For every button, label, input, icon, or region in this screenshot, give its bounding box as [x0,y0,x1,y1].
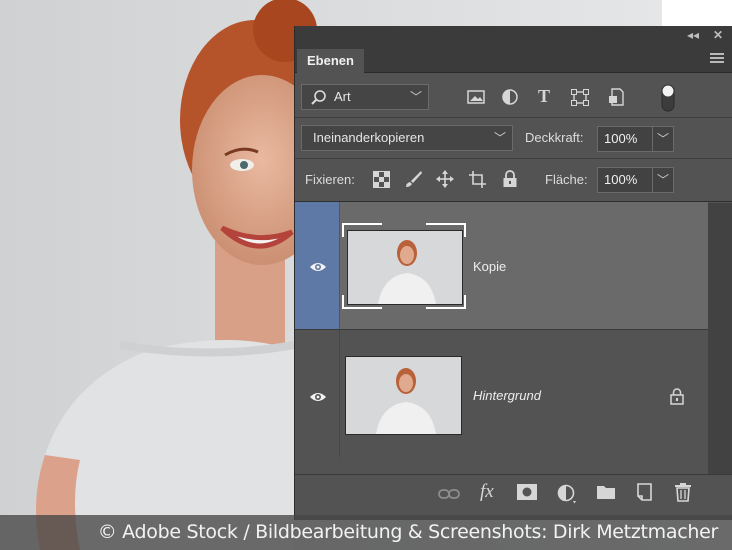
divider [339,330,340,457]
eye-icon [310,263,326,271]
divider [339,202,340,329]
shape-filter-icon[interactable] [571,89,589,106]
fill-label: Fläche: [545,172,588,187]
layer-name[interactable]: Kopie [473,259,506,274]
layer-row-hintergrund[interactable]: Hintergrund [295,330,708,457]
new-adjustment-layer-icon[interactable] [557,484,577,504]
thumbnail-image [346,357,461,434]
visibility-toggle[interactable] [295,202,339,329]
blend-mode-select[interactable]: Ineinanderkopieren ﹀ [301,125,513,151]
thumbnail-image [348,231,462,304]
adjustment-filter-icon[interactable] [502,89,518,105]
smart-object-filter-icon[interactable] [608,88,624,106]
lock-transparent-pixels-icon[interactable] [373,171,390,188]
visibility-toggle[interactable] [295,330,339,457]
opacity-label: Deckkraft: [525,130,584,145]
new-layer-icon[interactable] [636,483,653,501]
lock-all-icon[interactable] [502,170,518,188]
fill-dropdown-button[interactable]: ﹀ [652,167,674,193]
layer-kind-label: Art [334,89,351,104]
credit-text: © Adobe Stock / Bildbearbeitung & Screen… [97,521,719,543]
filter-toggle-icon[interactable] [661,84,675,112]
lock-label: Fixieren: [305,172,355,187]
divider [295,158,732,159]
new-group-icon[interactable] [596,484,616,500]
layers-scrollbar[interactable] [708,203,732,474]
double-chevron-left-icon[interactable]: ◂◂ [687,28,699,42]
eye-icon [310,393,326,401]
lock-artboard-icon[interactable] [468,170,487,189]
layer-kind-filter-select[interactable]: Art ﹀ [301,84,429,110]
blend-mode-value: Ineinanderkopieren [313,130,425,145]
layer-mask-icon[interactable] [517,484,537,500]
fx-icon[interactable]: fx [480,481,494,503]
close-icon[interactable]: ✕ [713,28,723,42]
delete-layer-icon[interactable] [675,483,691,502]
layer-row-kopie[interactable]: Kopie [295,202,708,329]
divider [295,117,732,118]
layers-panel: ◂◂ ✕ Ebenen Art ﹀ T Ineinanderkopieren ﹀… [294,26,732,520]
chevron-down-icon: ﹀ [409,90,422,104]
background-edge [662,0,732,26]
search-icon [311,90,326,105]
panel-tab-row: Ebenen [295,46,732,73]
layer-thumbnail[interactable] [345,356,462,435]
link-layers-icon[interactable] [438,488,460,500]
lock-image-pixels-icon[interactable] [405,170,423,188]
tab-layers[interactable]: Ebenen [297,49,364,73]
fill-input[interactable]: 100% [597,167,653,193]
layers-bottom-toolbar: fx [295,474,732,520]
image-filter-icon[interactable] [467,89,485,105]
panel-menu-icon[interactable] [710,53,724,65]
layer-lock-icon [670,388,684,405]
panel-title-bar[interactable]: ◂◂ ✕ [295,26,732,46]
credit-bar: © Adobe Stock / Bildbearbeitung & Screen… [0,515,732,550]
chevron-down-icon: ﹀ [493,131,506,145]
opacity-dropdown-button[interactable]: ﹀ [652,126,674,152]
type-filter-icon[interactable]: T [538,86,550,107]
lock-position-icon[interactable] [436,170,454,188]
layer-name[interactable]: Hintergrund [473,388,541,403]
opacity-input[interactable]: 100% [597,126,653,152]
layer-thumbnail[interactable] [347,230,463,305]
